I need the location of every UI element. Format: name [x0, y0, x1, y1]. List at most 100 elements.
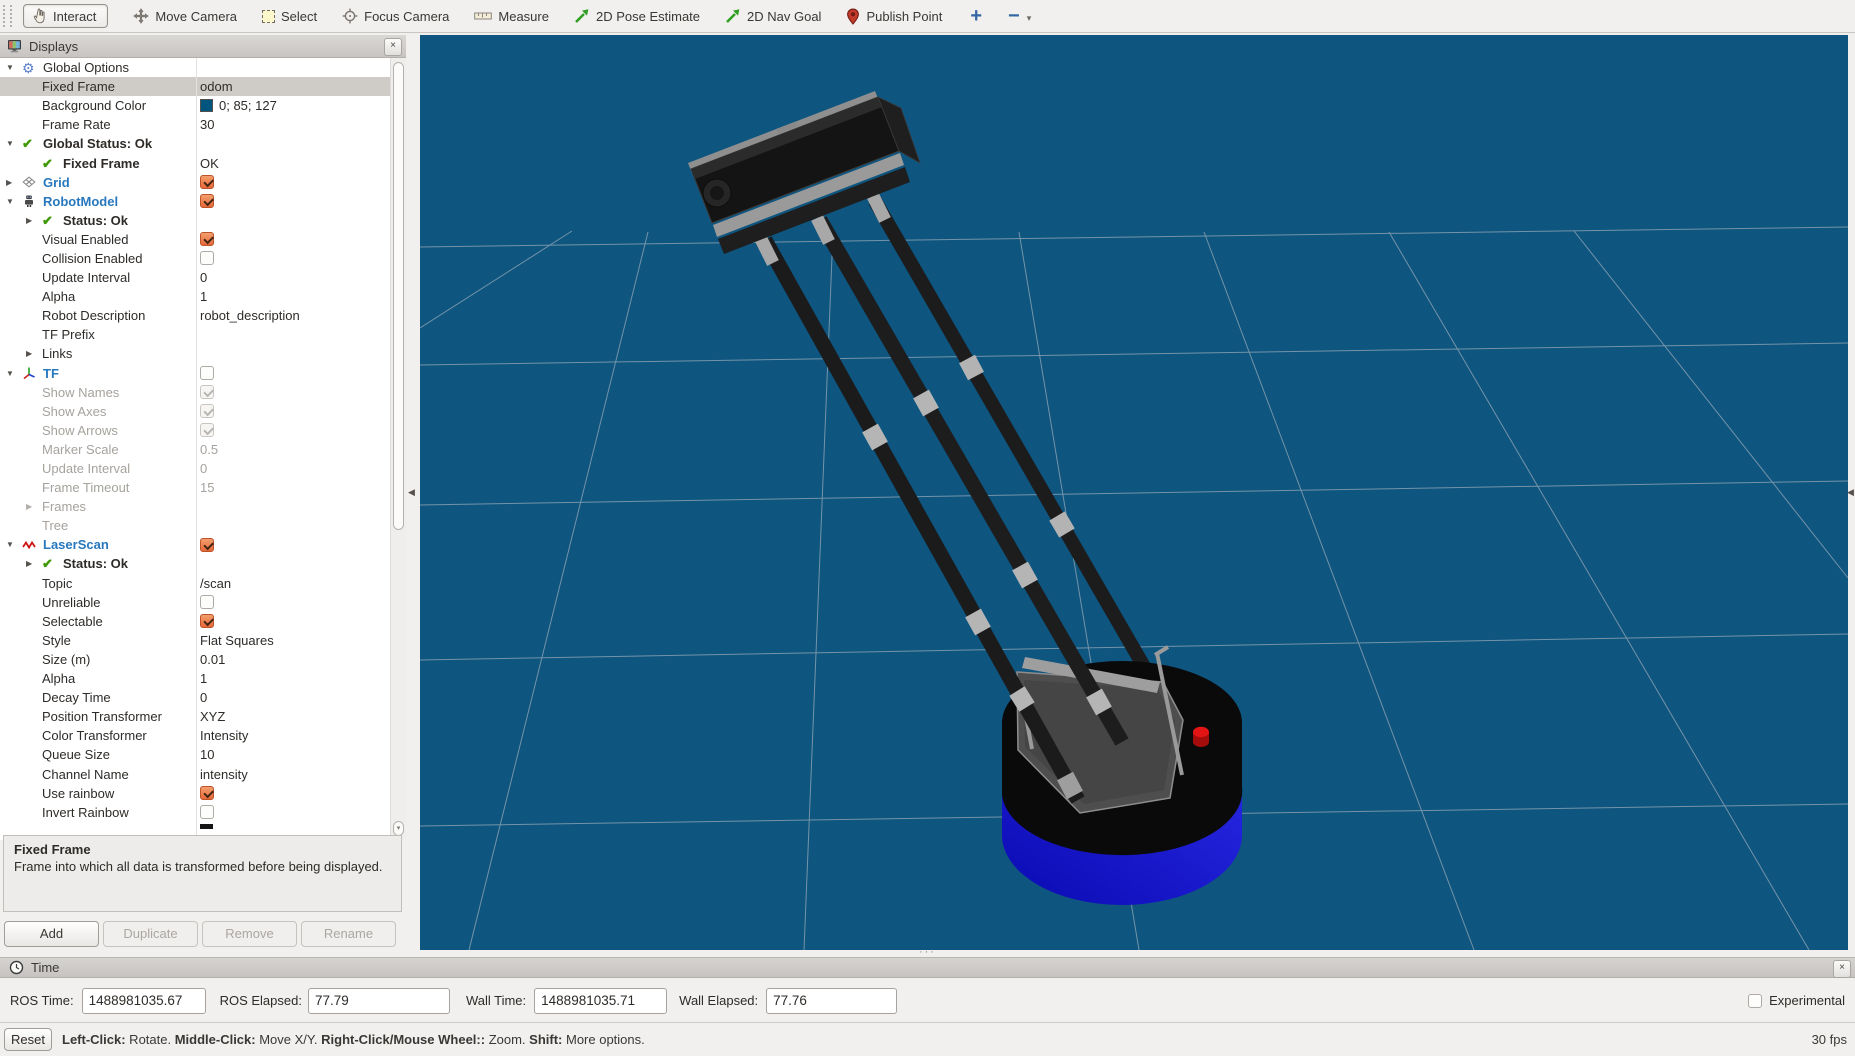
row-value[interactable]: XYZ	[200, 709, 225, 724]
toolbar-drag-handle[interactable]	[3, 5, 12, 27]
row-checkbox[interactable]	[200, 614, 214, 629]
row-value[interactable]: robot_description	[200, 308, 300, 323]
row-checkbox[interactable]	[200, 175, 214, 190]
tree-row[interactable]: Decay Time 0	[0, 688, 390, 707]
tree-row[interactable]: Show Axes	[0, 402, 390, 421]
splitter-collapse-icon[interactable]: ◀	[1847, 487, 1854, 498]
tree-row[interactable]: Position Transformer XYZ	[0, 707, 390, 726]
tool-focus-camera[interactable]: Focus Camera	[342, 8, 449, 24]
tree-scrollbar[interactable]: ▾	[390, 58, 406, 840]
experimental-checkbox[interactable]	[1748, 993, 1763, 1008]
expander-right-icon[interactable]: ▶	[26, 349, 42, 358]
row-checkbox[interactable]	[200, 595, 214, 610]
tool-2d-nav-goal[interactable]: 2D Nav Goal	[725, 8, 821, 24]
row-checkbox[interactable]	[200, 251, 214, 266]
tree-row[interactable]: Color Transformer Intensity	[0, 726, 390, 745]
row-checkbox[interactable]	[200, 537, 214, 552]
row-checkbox[interactable]	[200, 232, 214, 247]
tree-row[interactable]: ▼ RobotModel	[0, 192, 390, 211]
row-checkbox[interactable]	[200, 805, 214, 820]
displays-tree[interactable]: ▼ ⚙ Global Options Fixed Frame odom Backgroun…	[0, 58, 390, 840]
3d-viewport[interactable]	[420, 35, 1848, 950]
tree-row[interactable]: ▶ Links	[0, 344, 390, 363]
expander-right-icon[interactable]: ▶	[26, 216, 42, 225]
tree-row[interactable]: Visual Enabled	[0, 230, 390, 249]
row-value[interactable]: intensity	[200, 767, 248, 782]
tree-row[interactable]: ▶ Grid	[0, 173, 390, 192]
tool-measure[interactable]: Measure	[474, 9, 549, 24]
ros-elapsed-input[interactable]	[307, 987, 450, 1014]
row-value[interactable]: 0	[200, 690, 207, 705]
reset-button[interactable]: Reset	[4, 1028, 52, 1051]
tool-publish-point[interactable]: Publish Point	[846, 7, 942, 25]
tree-row[interactable]: ▼ ⚙ Global Options	[0, 58, 390, 77]
tree-row[interactable]: Alpha 1	[0, 287, 390, 306]
displays-panel-header[interactable]: Displays ×	[0, 35, 406, 58]
scrollbar-thumb[interactable]	[393, 62, 404, 530]
remove-tool-button[interactable]: − ▾	[1008, 6, 1031, 26]
tree-row[interactable]: Use rainbow	[0, 784, 390, 803]
row-value[interactable]: 0.5	[200, 442, 218, 457]
tree-row[interactable]: ▶ Frames	[0, 497, 390, 516]
tree-row[interactable]: Update Interval 0	[0, 268, 390, 287]
tree-row[interactable]: Unreliable	[0, 593, 390, 612]
tree-row[interactable]: Frame Timeout 15	[0, 478, 390, 497]
ros-time-input[interactable]	[81, 987, 206, 1014]
tool-interact[interactable]: Interact	[23, 4, 109, 28]
tree-row[interactable]: Background Color 0; 85; 127	[0, 96, 390, 115]
time-panel-header[interactable]: Time ×	[0, 957, 1855, 978]
tree-row[interactable]: Show Names	[0, 383, 390, 402]
tree-row[interactable]: ✔ Fixed Frame OK	[0, 153, 390, 172]
tree-row[interactable]: Tree	[0, 516, 390, 535]
row-value[interactable]: 0.01	[200, 652, 225, 667]
tree-row[interactable]: ▶ ✔ Status: Ok	[0, 554, 390, 573]
expander-right-icon[interactable]: ▶	[26, 502, 42, 511]
tree-row[interactable]: ▶ ✔ Status: Ok	[0, 211, 390, 230]
displays-panel-close-button[interactable]: ×	[384, 38, 402, 56]
expander-right-icon[interactable]: ▶	[26, 559, 42, 568]
tree-row[interactable]: Marker Scale 0.5	[0, 440, 390, 459]
add-tool-button[interactable]: +	[970, 6, 982, 26]
expander-down-icon[interactable]: ▼	[6, 63, 22, 72]
row-checkbox[interactable]	[200, 194, 214, 209]
expander-right-icon[interactable]: ▶	[6, 178, 22, 187]
tree-row[interactable]: Collision Enabled	[0, 249, 390, 268]
splitter-collapse-icon[interactable]: ◀	[408, 487, 415, 498]
tree-row[interactable]: Alpha 1	[0, 669, 390, 688]
tree-row[interactable]: ▼ LaserScan	[0, 535, 390, 554]
tree-row[interactable]: Queue Size 10	[0, 745, 390, 764]
wall-elapsed-input[interactable]	[766, 987, 898, 1014]
tree-row[interactable]: Show Arrows	[0, 421, 390, 440]
row-value[interactable]: 1	[200, 671, 207, 686]
row-value[interactable]: OK	[200, 156, 219, 171]
row-value[interactable]: odom	[200, 79, 233, 94]
tree-row[interactable]: Topic/scan	[0, 574, 390, 593]
chevron-down-icon[interactable]: ▾	[1027, 13, 1032, 24]
row-checkbox[interactable]	[200, 786, 214, 801]
tree-row[interactable]: Update Interval 0	[0, 459, 390, 478]
expander-down-icon[interactable]: ▼	[6, 540, 22, 549]
add-button[interactable]: Add	[4, 921, 99, 947]
row-value[interactable]: 15	[200, 480, 214, 495]
panel-splitter[interactable]: ◀	[406, 35, 420, 950]
tree-row[interactable]: Selectable	[0, 612, 390, 631]
right-panel-splitter[interactable]: ◀	[1847, 35, 1855, 950]
expander-down-icon[interactable]: ▼	[6, 139, 22, 148]
row-checkbox[interactable]	[200, 366, 214, 381]
color-swatch[interactable]	[200, 99, 213, 113]
tree-row[interactable]: Fixed Frame odom	[0, 77, 390, 97]
tree-row[interactable]: Frame Rate 30	[0, 115, 390, 134]
scrollbar-down-arrow-icon[interactable]: ▾	[393, 821, 404, 836]
row-value[interactable]: 0	[200, 270, 207, 285]
wall-time-input[interactable]	[534, 987, 668, 1014]
viewport-splitter[interactable]: ···	[0, 947, 1855, 958]
tree-row[interactable]: ▼ ✔ Global Status: Ok	[0, 134, 390, 153]
tool-select[interactable]: Select	[262, 9, 317, 24]
row-value[interactable]: 1	[200, 289, 207, 304]
tree-row[interactable]: Robot Description robot_description	[0, 306, 390, 325]
tool-2d-pose-estimate[interactable]: 2D Pose Estimate	[574, 8, 700, 24]
tool-move-camera[interactable]: Move Camera	[133, 8, 237, 24]
expander-down-icon[interactable]: ▼	[6, 197, 22, 206]
row-value[interactable]: 10	[200, 747, 214, 762]
tree-row[interactable]: Style Flat Squares	[0, 631, 390, 650]
